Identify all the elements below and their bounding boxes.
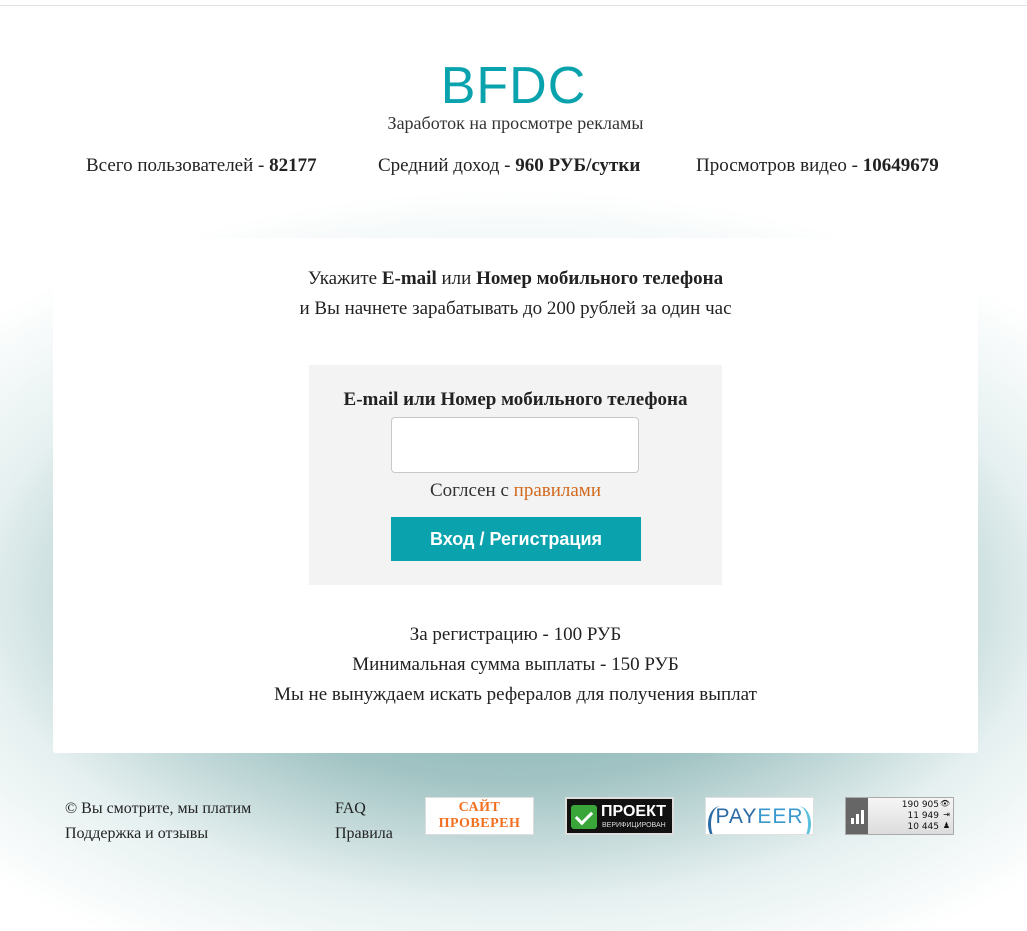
project-verified-badge[interactable]: ПРОЕКТ ВЕРИФИЦИРОВАН — [565, 797, 674, 835]
intro-line-1: Укажите E-mail или Номер мобильного теле… — [53, 267, 978, 291]
stat-total-users: Всего пользователей - 82177 — [86, 154, 317, 178]
registration-card: Укажите E-mail или Номер мобильного теле… — [53, 238, 978, 753]
counter-hosts: 10 445 — [907, 822, 940, 832]
site-checked-line1: САЙТ — [458, 800, 501, 815]
top-divider — [0, 5, 1027, 6]
stat-average-income: Средний доход - 960 РУБ/сутки — [378, 154, 640, 178]
info-no-referrals: Мы не вынуждаем искать рефералов для пол… — [274, 684, 757, 705]
stat-users-label: Всего пользователей - — [86, 155, 270, 176]
info-minimum-payout: Минимальная сумма выплаты - 150 РУБ — [352, 654, 679, 675]
payeer-badge[interactable]: PAYEER — [705, 797, 814, 835]
email-or-phone-input[interactable] — [391, 417, 639, 473]
login-form: E-mail или Номер мобильного телефона Сог… — [309, 365, 722, 585]
rules-link[interactable]: правилами — [514, 480, 601, 501]
counter-visitors: 11 949 — [907, 811, 940, 821]
stat-views-label: Просмотров видео - — [696, 155, 863, 176]
site-checked-badge[interactable]: САЙТ ПРОВЕРЕН — [425, 797, 534, 835]
agree-rules-text: Соглсен с правилами — [309, 479, 722, 503]
intro-phone: Номер мобильного телефона — [476, 268, 724, 289]
agree-prefix: Соглсен с — [429, 480, 514, 501]
intro-prefix: Укажите — [307, 268, 382, 289]
person-icon: ♟ — [942, 821, 950, 830]
eye-icon: 👁 — [939, 799, 950, 808]
intro-line-2: и Вы начнете зарабатывать до 200 рублей … — [299, 298, 732, 319]
project-badge-subtitle: ВЕРИФИЦИРОВАН — [602, 822, 666, 829]
counter-views: 190 905 — [901, 800, 939, 810]
site-tagline: Заработок на просмотре рекламы — [387, 113, 644, 133]
stat-income-value: 960 РУБ/сутки — [515, 155, 641, 176]
footer-rules-link[interactable]: Правила — [335, 824, 393, 844]
stat-video-views: Просмотров видео - 10649679 — [696, 154, 939, 178]
footer-support-link[interactable]: Поддержка и отзывы — [65, 824, 208, 844]
stat-views-value: 10649679 — [862, 155, 939, 176]
stat-income-label: Средний доход - — [378, 155, 516, 176]
checkmark-icon — [571, 805, 597, 829]
visitor-counter-badge[interactable]: 190 905 👁 11 949 ⇥ 10 445 ♟ — [845, 797, 954, 835]
intro-or: или — [436, 268, 477, 289]
enter-icon: ⇥ — [943, 810, 950, 819]
intro-email: E-mail — [381, 268, 437, 289]
site-checked-line2: ПРОВЕРЕН — [438, 816, 521, 831]
info-registration-bonus: За регистрацию - 100 РУБ — [409, 624, 622, 645]
site-logo[interactable]: BFDC — [0, 56, 1027, 116]
payeer-logo: PAYEER — [706, 805, 813, 829]
payeer-logo-part2: EER — [757, 805, 804, 828]
bar-chart-icon — [846, 798, 868, 834]
payeer-logo-part1: PAY — [715, 805, 758, 828]
project-badge-title: ПРОЕКТ — [601, 803, 667, 820]
footer-copyright: © Вы смотрите, мы платим — [65, 800, 252, 817]
login-field-label: E-mail или Номер мобильного телефона — [343, 389, 688, 410]
footer-faq-link[interactable]: FAQ — [335, 799, 366, 819]
login-register-button[interactable]: Вход / Регистрация — [391, 517, 641, 561]
stat-users-value: 82177 — [269, 155, 317, 176]
